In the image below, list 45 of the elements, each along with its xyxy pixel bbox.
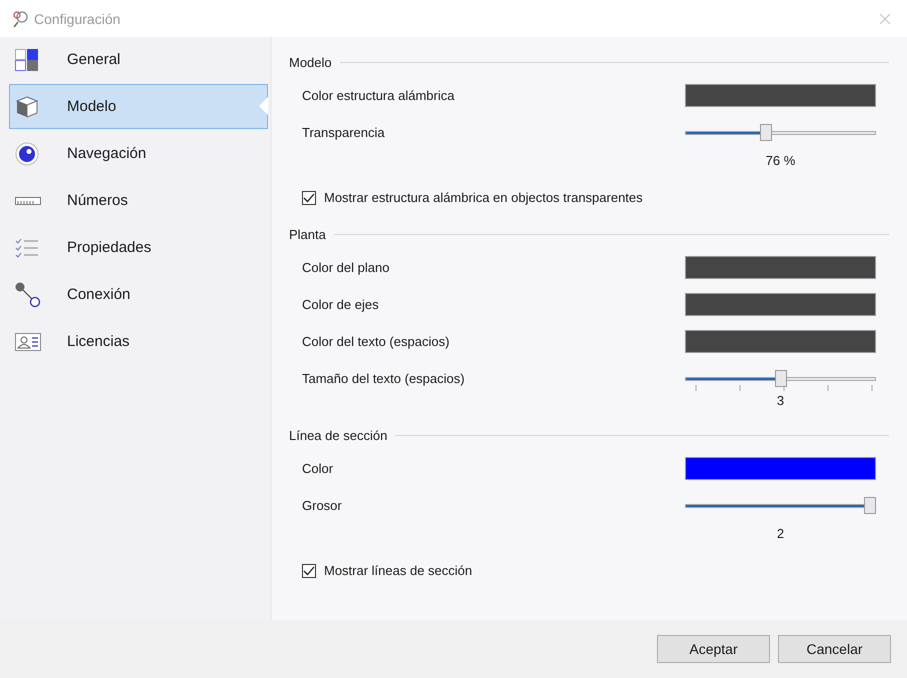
slider-value: 3 xyxy=(776,393,784,408)
app-icon xyxy=(12,10,30,28)
color-swatch[interactable] xyxy=(685,293,876,316)
sidebar-item[interactable]: Modelo xyxy=(9,84,268,129)
slider-thumb[interactable] xyxy=(864,496,876,514)
color-swatch[interactable] xyxy=(685,330,876,353)
setting-label: Color xyxy=(302,461,334,476)
setting-label: Transparencia xyxy=(302,125,386,140)
checkbox-label: Mostrar estructura alámbrica en objectos transparentes xyxy=(324,190,643,205)
cube-icon xyxy=(15,94,39,118)
setting-label: Color de ejes xyxy=(302,297,380,312)
slider-value: 76 % xyxy=(766,153,796,168)
section-heading: Línea de sección xyxy=(289,428,388,442)
sidebar-item[interactable]: Números xyxy=(9,178,268,223)
sidebar-item[interactable]: Conexión xyxy=(9,272,268,317)
sidebar-item[interactable]: General xyxy=(9,37,268,82)
color-swatch[interactable] xyxy=(685,457,876,480)
color-swatch[interactable] xyxy=(685,84,876,107)
slider-thumb[interactable] xyxy=(760,124,772,140)
setting-label: Grosor xyxy=(302,498,343,513)
checkbox[interactable] xyxy=(302,564,316,578)
checkbox[interactable] xyxy=(302,190,316,204)
cancel-button[interactable]: Cancelar xyxy=(778,635,891,663)
sidebar-item[interactable]: Propiedades xyxy=(9,225,268,270)
color-swatch[interactable] xyxy=(685,256,876,279)
setting-label: Color del plano xyxy=(302,260,390,275)
slider-value: 2 xyxy=(776,526,784,541)
ruler-icon xyxy=(15,196,41,204)
setting-label: Color del texto (espacios) xyxy=(302,334,450,349)
sidebar-item[interactable]: Licencias xyxy=(9,319,268,364)
id-card-icon xyxy=(15,332,41,350)
window-title: Configuración xyxy=(34,10,122,26)
selection-notch-icon xyxy=(259,97,268,115)
checklist-icon xyxy=(15,238,39,258)
section-heading: Modelo xyxy=(289,54,332,70)
setting-label: Color estructura alámbrica xyxy=(302,88,456,103)
slider-thumb[interactable] xyxy=(774,370,786,386)
accept-button[interactable]: Aceptar xyxy=(657,635,770,663)
checkbox-label: Mostrar líneas de sección xyxy=(324,563,472,578)
tiles-icon xyxy=(15,48,39,70)
section-heading: Planta xyxy=(289,226,326,242)
eye-icon xyxy=(15,142,39,166)
sidebar-item[interactable]: Navegación xyxy=(9,131,268,176)
connection-icon xyxy=(15,282,41,308)
setting-label: Tamaño del texto (espacios) xyxy=(302,371,466,386)
